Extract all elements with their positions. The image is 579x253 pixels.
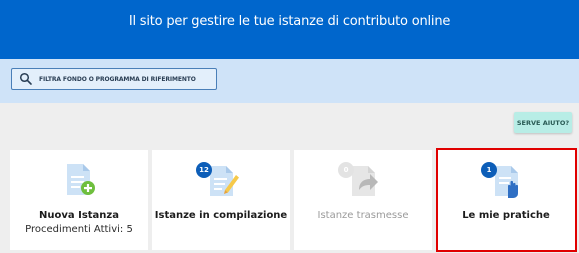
card-subtitle: Procedimenti Attivi: 5 <box>25 224 133 235</box>
card-istanze-trasmesse[interactable]: 0 Istanze trasmesse <box>294 150 432 250</box>
count-badge: 0 <box>338 162 354 178</box>
new-document-plus-icon <box>59 160 99 200</box>
card-istanze-in-compilazione[interactable]: 12 Istanze in compilazione <box>152 150 290 250</box>
header-banner: Il sito per gestire le tue istanze di co… <box>0 0 579 59</box>
help-button[interactable]: SERVE AIUTO? <box>514 112 572 133</box>
card-title: Nuova Istanza <box>39 210 119 221</box>
card-title: Istanze trasmesse <box>317 210 409 221</box>
card-title: Le mie pratiche <box>462 210 550 221</box>
count-badge: 12 <box>196 162 212 178</box>
card-nuova-istanza[interactable]: Nuova Istanza Procedimenti Attivi: 5 <box>10 150 148 250</box>
filter-button[interactable]: FILTRA FONDO O PROGRAMMA DI RIFERIMENTO <box>11 68 217 90</box>
search-icon <box>19 72 33 86</box>
count-badge: 1 <box>481 162 497 178</box>
banner-title: Il sito per gestire le tue istanze di co… <box>128 14 451 29</box>
card-title: Istanze in compilazione <box>154 210 288 221</box>
card-le-mie-pratiche[interactable]: 1 Le mie pratiche <box>437 150 575 250</box>
filter-label: FILTRA FONDO O PROGRAMMA DI RIFERIMENTO <box>39 75 196 83</box>
